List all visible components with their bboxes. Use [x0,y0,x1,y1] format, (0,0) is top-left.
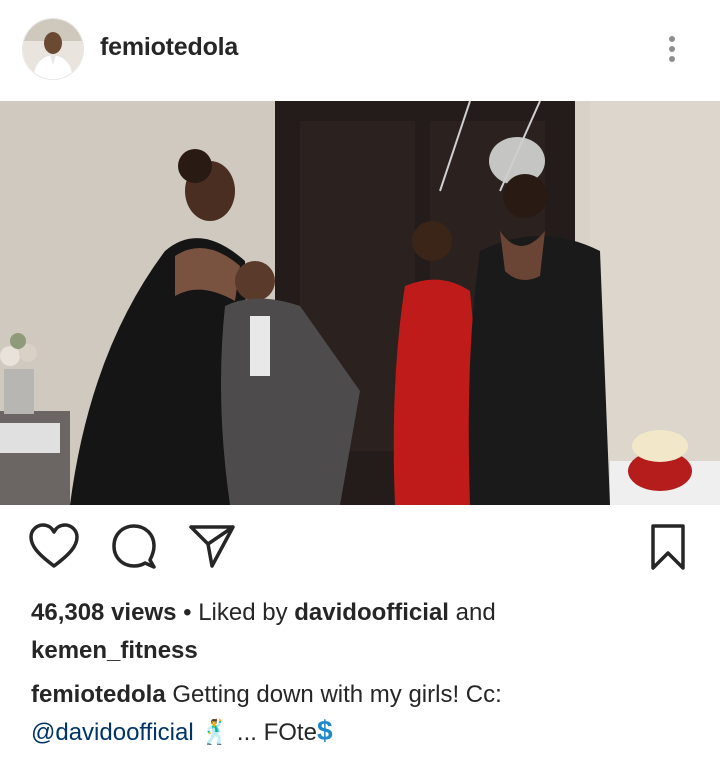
caption-rest: ... FOte [236,719,317,746]
dancing-man-emoji: 🕺 [200,719,231,746]
liked-by-and: and [455,599,496,626]
bullet-separator: • [183,599,192,626]
paper-plane-icon[interactable] [188,522,236,575]
caption-continued: @davidoofficial 🕺 ... FOte$ [31,713,333,751]
comment-icon[interactable] [110,522,158,575]
mention-link[interactable]: @davidoofficial [31,719,194,746]
post-username[interactable]: femiotedola [100,33,238,62]
bookmark-icon[interactable] [648,522,688,577]
liked-by-line: kemen_fitness [31,633,198,669]
caption-username[interactable]: femiotedola [31,681,166,708]
views-and-likes: 46,308 views • Liked by davidoofficial a… [31,595,496,631]
liked-by-user-link[interactable]: kemen_fitness [31,637,198,664]
caption: femiotedola Getting down with my girls! … [31,677,502,713]
post-header: femiotedola [0,0,720,100]
heart-icon[interactable] [28,522,80,575]
post-actions [0,522,720,582]
caption-text: Getting down with my girls! Cc: [172,681,502,708]
more-vertical-icon[interactable] [660,32,684,68]
views-count[interactable]: 46,308 views [31,599,176,626]
liked-by-label: Liked by [198,599,288,626]
dollar-emoji: $ [316,715,333,746]
liked-by-user-link[interactable]: davidoofficial [294,599,449,626]
post-video[interactable] [0,101,720,505]
profile-avatar[interactable] [22,18,84,80]
